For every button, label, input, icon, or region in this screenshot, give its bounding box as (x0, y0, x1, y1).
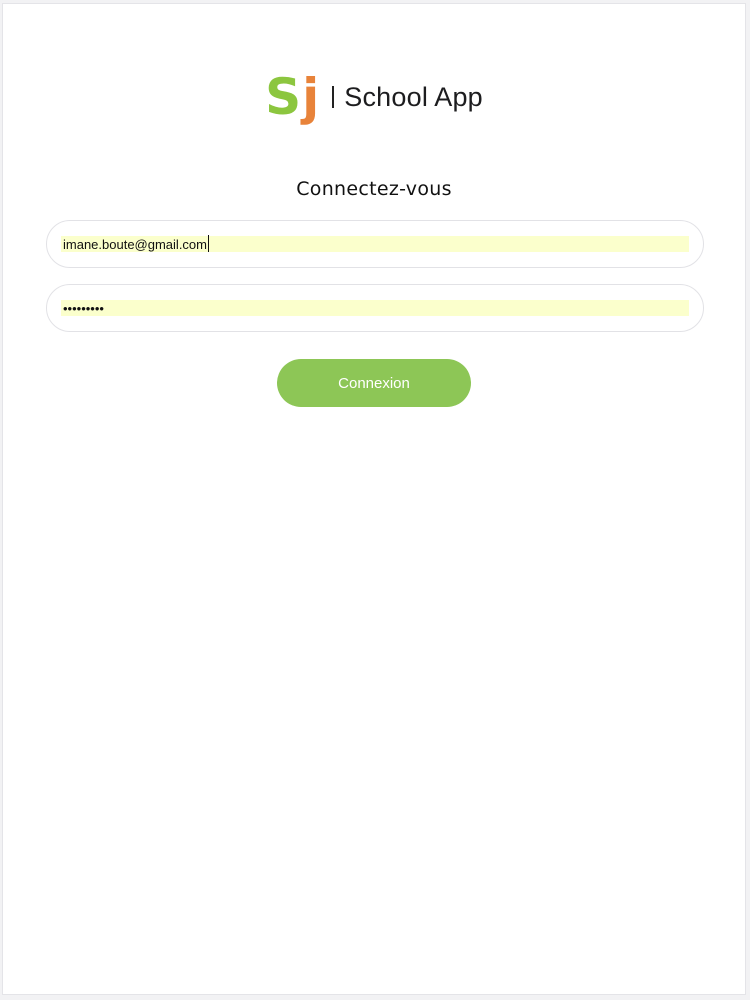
logo-letter-s: S (265, 68, 301, 126)
login-page: Sj School App Connectez-vous Connexion (2, 3, 746, 995)
app-logo: Sj School App (3, 72, 745, 122)
logo-mark: Sj (265, 68, 319, 126)
logo-divider (332, 86, 335, 108)
email-input[interactable] (61, 236, 689, 252)
password-input[interactable] (61, 300, 689, 316)
app-name: School App (344, 81, 483, 112)
login-button[interactable]: Connexion (277, 359, 471, 407)
login-heading: Connectez-vous (296, 178, 452, 200)
text-cursor (208, 235, 209, 252)
password-field-container (46, 284, 704, 332)
logo-letter-j: j (302, 68, 319, 126)
email-field-container (46, 220, 704, 268)
